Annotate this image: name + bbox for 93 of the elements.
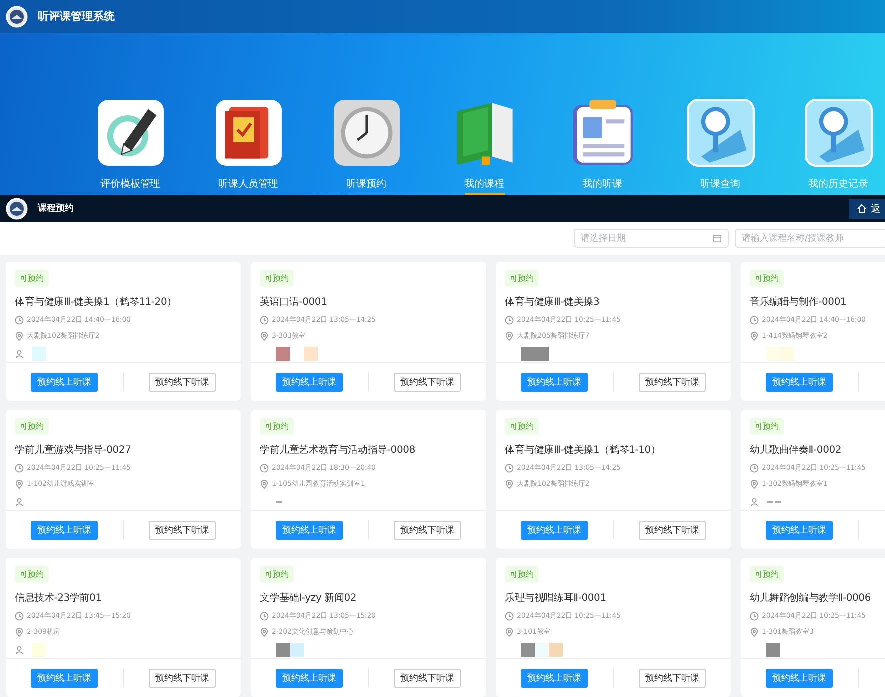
book-online-button[interactable]: 预约线上听课 [766,668,833,688]
book-online-button[interactable]: 预约线上听课 [31,668,98,688]
book-online-button[interactable]: 预约线上听课 [31,372,98,392]
home-icon [857,204,867,214]
clock-icon [505,316,514,324]
course-title: 体育与健康Ⅲ-健美操1（鹤琴1-10） [505,444,662,457]
clock-icon [750,612,759,620]
search-icon[interactable] [686,99,754,167]
app-title: 听评课管理系统 [38,9,115,24]
course-title: 幼儿歌曲伴奏Ⅱ-0002 [750,444,843,457]
book-online-button[interactable]: 预约线上听课 [521,372,588,392]
nav-item[interactable]: 我的听课 [582,177,622,195]
person-icon [15,498,24,506]
back-button[interactable]: 返 [849,198,885,218]
book-icon[interactable] [214,99,282,167]
location-pin-icon [505,480,514,488]
course-title: 体育与健康Ⅲ-健美操1（鹤琴11-20） [15,296,178,309]
book-online-button[interactable]: 预约线上听课 [766,372,833,392]
status-tag: 可预约 [750,418,784,435]
clock-icon [15,316,24,324]
book-offline-button[interactable]: 预约线下听课 [149,668,216,688]
clock-icon [260,316,269,324]
course-title: 英语口语-0001 [260,296,328,309]
status-tag: 可预约 [505,270,539,287]
course-title: 文学基础Ⅰ-yzy 新闻02 [260,592,358,605]
location-pin-icon [505,332,514,340]
course-title: 幼儿舞蹈创编与教学Ⅱ-0006 [750,592,872,605]
book-offline-button[interactable]: 预约线下听课 [394,372,461,392]
book-offline-button[interactable]: 预约线下听课 [394,668,461,688]
book-offline-button[interactable]: 预约线下听课 [639,372,706,392]
course-title: 学前儿童游戏与指导-0027 [15,444,132,457]
book-online-button[interactable]: 预约线上听课 [521,520,588,540]
status-tag: 可预约 [505,418,539,435]
location-pin-icon [260,480,269,488]
nav-item[interactable]: 我的历史记录 [808,177,868,195]
book-offline-button[interactable]: 预约线下听课 [639,520,706,540]
status-tag: 可预约 [750,270,784,287]
clock-icon [260,464,269,472]
clock-icon[interactable] [332,99,400,167]
course-title: 乐理与视唱练耳Ⅱ-0001 [505,592,608,605]
status-tag: 可预约 [15,270,49,287]
date-field[interactable]: 请选择日期 [574,229,729,248]
status-tag: 可预约 [15,418,49,435]
location-pin-icon [505,628,514,636]
clock-icon [260,612,269,620]
nav-item[interactable]: 听课查询 [700,177,740,195]
clock-icon [15,464,24,472]
clock-icon [750,316,759,324]
location-pin-icon [15,332,24,340]
location-pin-icon [260,332,269,340]
status-tag: 可预约 [750,566,784,583]
status-tag: 可预约 [260,270,294,287]
course-title: 体育与健康Ⅲ-健美操3 [505,296,601,309]
person-icon [15,350,24,358]
clock-icon [15,612,24,620]
nav-item[interactable]: 听课人员管理 [218,177,278,195]
book-online-button[interactable]: 预约线上听课 [276,668,343,688]
status-tag: 可预约 [260,566,294,583]
book-offline-button[interactable]: 预约线下听课 [394,520,461,540]
clock-icon [505,612,514,620]
page-title: 课程预约 [38,202,75,215]
nav-item[interactable]: 听课预约 [346,177,386,195]
location-pin-icon [15,480,24,488]
location-pin-icon [260,628,269,636]
search-icon[interactable] [804,99,872,167]
course-title: 音乐编辑与制作-0001 [750,296,848,309]
book-online-button[interactable]: 预约线上听课 [276,372,343,392]
search-field[interactable]: 请输入课程名称/授课教师 [735,229,885,248]
book-online-button[interactable]: 预约线上听课 [766,520,833,540]
location-pin-icon [750,332,759,340]
status-tag: 可预约 [505,566,539,583]
book-offline-button[interactable]: 预约线下听课 [149,520,216,540]
location-pin-icon [750,628,759,636]
calendar-icon [713,234,722,243]
course-title: 学前儿童艺术教育与活动指导-0008 [260,444,416,457]
person-icon [750,498,759,506]
clock-icon [505,464,514,472]
nav-item[interactable]: 评价模板管理 [100,177,160,195]
emblem-icon [6,198,28,220]
book-offline-button[interactable]: 预约线下听课 [639,668,706,688]
emblem-icon [6,6,28,28]
book-online-button[interactable]: 预约线上听课 [31,520,98,540]
course-title: 信息技术-23学前01 [15,592,103,605]
book-online-button[interactable]: 预约线上听课 [521,668,588,688]
book-online-button[interactable]: 预约线上听课 [276,520,343,540]
clock-icon [750,464,759,472]
location-pin-icon [15,628,24,636]
location-pin-icon [750,480,759,488]
status-tag: 可预约 [15,566,49,583]
book-offline-button[interactable]: 预约线下听课 [149,372,216,392]
status-tag: 可预约 [260,418,294,435]
pen-icon[interactable] [96,99,164,167]
person-icon [15,646,24,654]
